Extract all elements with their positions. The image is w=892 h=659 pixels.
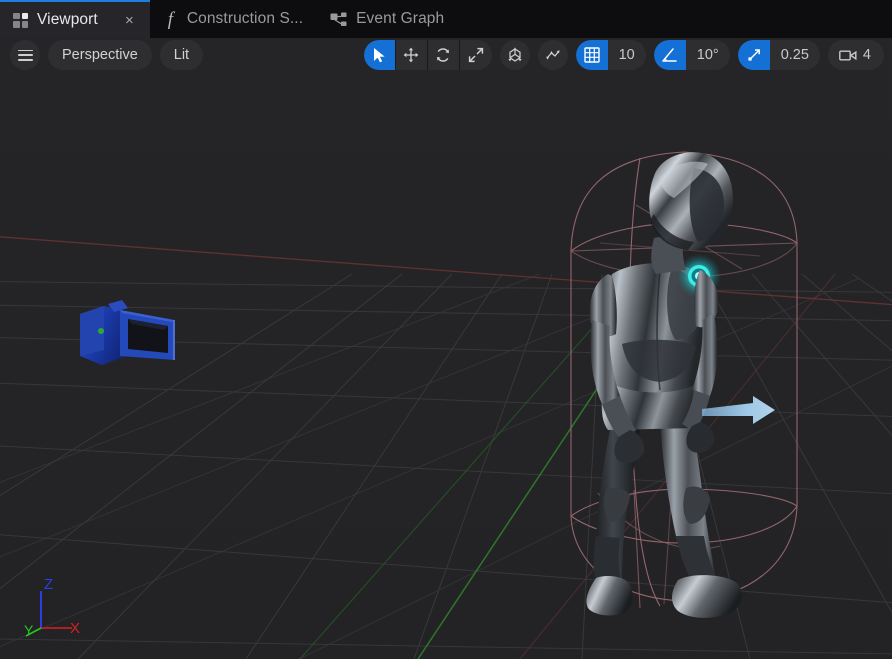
view-mode-button[interactable]: Perspective bbox=[48, 40, 152, 70]
scale-snap-toggle[interactable] bbox=[737, 40, 770, 70]
node-graph-icon bbox=[330, 12, 347, 27]
scale-tool-button[interactable] bbox=[460, 40, 492, 70]
viewport-toolbar-left: Perspective Lit bbox=[10, 39, 204, 71]
shading-mode-label: Lit bbox=[173, 47, 190, 63]
tab-event-graph-label: Event Graph bbox=[356, 10, 445, 27]
coordinate-system-button[interactable] bbox=[499, 40, 530, 70]
editor-tab-bar: Viewport × f Construction S... Event Gra… bbox=[0, 0, 892, 38]
move-arrows-icon bbox=[403, 47, 419, 63]
video-camera-icon bbox=[839, 50, 857, 61]
angle-snap-group: 10° bbox=[653, 40, 730, 70]
function-fx-icon: f bbox=[167, 8, 173, 30]
axis-label-z: Z bbox=[44, 576, 53, 593]
scale-expand-icon bbox=[468, 47, 483, 63]
transform-tool-group bbox=[363, 40, 492, 70]
tab-construction-script-label: Construction S... bbox=[186, 10, 304, 27]
tab-event-graph[interactable]: Event Graph bbox=[317, 0, 458, 38]
scale-snap-value[interactable]: 0.25 bbox=[770, 40, 820, 70]
axis-label-y: Y bbox=[24, 622, 34, 638]
grid-snap-icon bbox=[583, 47, 600, 63]
camera-speed-button[interactable]: 4 bbox=[827, 40, 884, 70]
viewport-toolbar-right: 10 10° 0.25 4 bbox=[363, 39, 884, 71]
angle-snap-icon bbox=[662, 48, 677, 62]
tab-viewport[interactable]: Viewport × bbox=[0, 0, 150, 38]
shading-mode-button[interactable]: Lit bbox=[159, 40, 204, 70]
world-axes-icon bbox=[508, 47, 522, 62]
scale-snap-group: 0.25 bbox=[737, 40, 820, 70]
tab-viewport-close-icon[interactable]: × bbox=[123, 13, 136, 28]
camera-speed-value: 4 bbox=[862, 47, 871, 63]
hamburger-menu-icon bbox=[17, 49, 33, 61]
surface-snap-button[interactable] bbox=[537, 40, 568, 70]
grid-snap-value[interactable]: 10 bbox=[608, 40, 646, 70]
blueprint-editor-window: Viewport × f Construction S... Event Gra… bbox=[0, 0, 892, 659]
rotate-tool-button[interactable] bbox=[428, 40, 460, 70]
rotate-arrows-icon bbox=[437, 48, 450, 62]
grid-snap-toggle[interactable] bbox=[575, 40, 608, 70]
angle-snap-value[interactable]: 10° bbox=[686, 40, 730, 70]
viewport-render: Z X Y bbox=[0, 38, 892, 659]
view-mode-label: Perspective bbox=[62, 47, 138, 63]
viewport-grid-icon bbox=[13, 12, 28, 28]
tab-viewport-label: Viewport bbox=[37, 11, 98, 28]
scale-snap-icon bbox=[748, 49, 760, 61]
surface-snap-icon bbox=[545, 50, 560, 60]
axis-label-x: X bbox=[70, 620, 80, 637]
select-tool-button[interactable] bbox=[363, 40, 396, 70]
viewport-menu-button[interactable] bbox=[10, 40, 40, 70]
grid-snap-group: 10 bbox=[575, 40, 646, 70]
translate-tool-button[interactable] bbox=[396, 40, 428, 70]
viewport-3d-canvas[interactable]: Z X Y Perspective Lit 10 10° 0.25 4 bbox=[0, 38, 892, 659]
cursor-arrow-icon bbox=[373, 48, 385, 63]
tab-construction-script[interactable]: f Construction S... bbox=[150, 0, 317, 38]
angle-snap-toggle[interactable] bbox=[653, 40, 686, 70]
